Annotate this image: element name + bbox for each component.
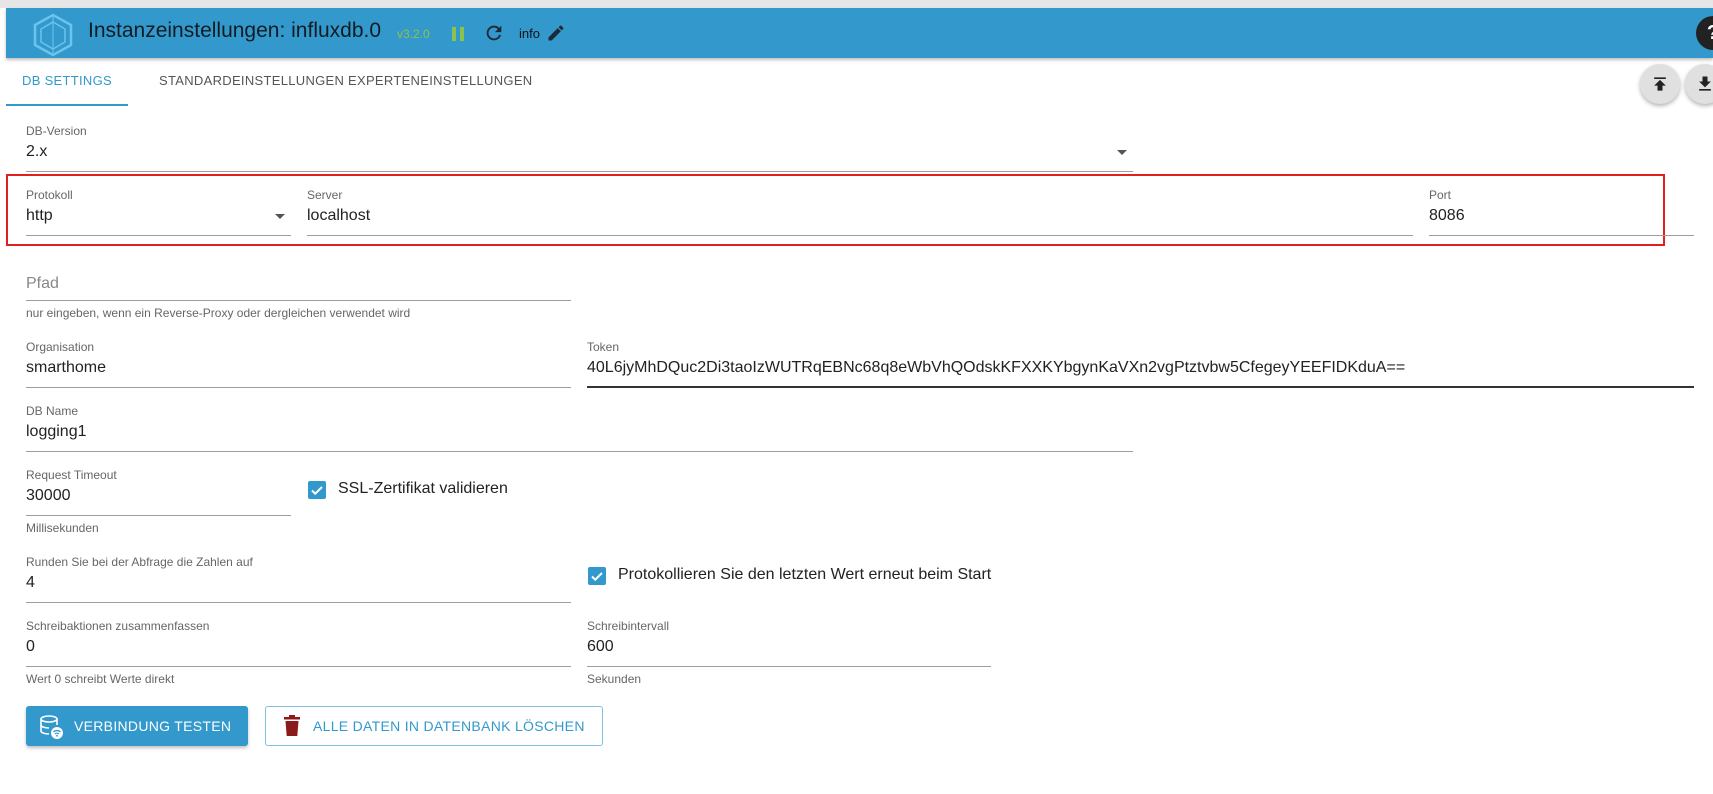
write-interval-helper: Sekunden xyxy=(587,672,642,686)
ssl-validate-checkbox[interactable] xyxy=(308,481,326,499)
field-underline xyxy=(26,666,571,667)
help-icon[interactable]: ? xyxy=(1696,16,1713,50)
request-timeout-input[interactable]: Request Timeout 30000 xyxy=(26,468,291,516)
tab-bar: DB SETTINGS STANDARDEINSTELLUNGEN EXPERT… xyxy=(6,58,1606,106)
delete-all-data-button[interactable]: ALLE DATEN IN DATENBANK LÖSCHEN xyxy=(265,706,603,746)
test-connection-button[interactable]: VERBINDUNG TESTEN xyxy=(26,706,248,746)
field-underline xyxy=(26,451,1133,452)
db-name-value: logging1 xyxy=(26,423,87,440)
app-header: Instanzeinstellungen: influxdb.0 v3.2.0 … xyxy=(6,8,1713,58)
edit-icon[interactable] xyxy=(546,23,566,43)
tab-standardeinstellungen[interactable]: STANDARDEINSTELLUNGEN xyxy=(143,58,360,104)
request-timeout-value: 30000 xyxy=(26,487,71,504)
field-underline xyxy=(1429,235,1694,236)
write-interval-label: Schreibintervall xyxy=(587,619,670,633)
window-top-border xyxy=(0,0,1713,8)
field-underline xyxy=(26,235,291,236)
organisation-label: Organisation xyxy=(26,340,95,354)
write-interval-value: 600 xyxy=(587,638,614,655)
pause-icon[interactable] xyxy=(450,25,466,43)
db-version-select[interactable]: DB-Version 2.x xyxy=(26,124,1133,172)
round-input[interactable]: Runden Sie bei der Abfrage die Zahlen au… xyxy=(26,555,571,603)
organisation-value: smarthome xyxy=(26,359,107,376)
db-name-input[interactable]: DB Name logging1 xyxy=(26,404,1133,452)
port-label: Port xyxy=(1429,188,1452,202)
request-timeout-helper: Millisekunden xyxy=(26,521,99,535)
database-wifi-icon xyxy=(38,715,63,739)
organisation-input[interactable]: Organisation smarthome xyxy=(26,340,571,388)
checkmark-icon xyxy=(311,486,323,496)
db-name-label: DB Name xyxy=(26,404,79,418)
request-timeout-label: Request Timeout xyxy=(26,468,117,482)
tab-experteneinstellungen[interactable]: EXPERTENEINSTELLUNGEN xyxy=(332,58,549,104)
db-version-label: DB-Version xyxy=(26,124,87,138)
tab-db-settings[interactable]: DB SETTINGS xyxy=(6,58,128,106)
ssl-validate-label: SSL-Zertifikat validieren xyxy=(338,480,508,497)
path-helper-text: nur eingeben, wenn ein Reverse-Proxy ode… xyxy=(26,306,411,320)
combine-writes-helper: Wert 0 schreibt Werte direkt xyxy=(26,672,175,686)
download-icon xyxy=(1699,76,1711,91)
logo-icon xyxy=(33,13,73,57)
field-underline xyxy=(26,515,291,516)
protocol-value: http xyxy=(26,207,53,224)
info-link[interactable]: info xyxy=(519,26,540,41)
combine-writes-value: 0 xyxy=(26,638,35,655)
field-underline xyxy=(26,171,1133,172)
checkmark-icon xyxy=(591,572,603,582)
field-underline xyxy=(587,666,991,667)
field-underline-focused xyxy=(587,386,1694,388)
port-input[interactable]: Port 8086 xyxy=(1429,188,1694,236)
path-placeholder: Pfad xyxy=(26,275,59,292)
protocol-label: Protokoll xyxy=(26,188,73,202)
test-connection-label: VERBINDUNG TESTEN xyxy=(74,718,232,734)
combine-writes-input[interactable]: Schreibaktionen zusammenfassen 0 xyxy=(26,619,571,667)
log-last-value-label: Protokollieren Sie den letzten Wert erne… xyxy=(618,566,992,583)
field-underline xyxy=(26,602,571,603)
field-underline xyxy=(26,300,571,301)
protocol-select[interactable]: Protokoll http xyxy=(26,188,291,236)
page-title: Instanzeinstellungen: influxdb.0 xyxy=(88,19,382,42)
upload-button[interactable] xyxy=(1640,64,1680,104)
field-underline xyxy=(26,387,571,388)
write-interval-input[interactable]: Schreibintervall 600 xyxy=(587,619,991,667)
log-last-value-checkbox[interactable] xyxy=(588,567,606,585)
token-label: Token xyxy=(587,340,620,354)
chevron-down-icon xyxy=(1117,150,1127,155)
upload-icon xyxy=(1654,77,1666,91)
round-value: 4 xyxy=(26,574,35,591)
token-input[interactable]: Token 40L6jyMhDQuc2Di3taoIzWUTRqEBNc68q8… xyxy=(587,340,1694,388)
server-label: Server xyxy=(307,188,343,202)
delete-all-data-label: ALLE DATEN IN DATENBANK LÖSCHEN xyxy=(313,718,585,734)
server-value: localhost xyxy=(307,207,371,224)
field-underline xyxy=(307,235,1413,236)
chevron-down-icon xyxy=(275,214,285,219)
refresh-icon[interactable] xyxy=(483,22,505,44)
download-button[interactable] xyxy=(1685,64,1713,104)
path-input[interactable]: Pfad xyxy=(26,263,571,301)
port-value: 8086 xyxy=(1429,207,1465,224)
round-label: Runden Sie bei der Abfrage die Zahlen au… xyxy=(26,555,253,569)
trash-icon xyxy=(284,715,300,736)
db-version-value: 2.x xyxy=(26,143,48,160)
combine-writes-label: Schreibaktionen zusammenfassen xyxy=(26,619,210,633)
token-value: 40L6jyMhDQuc2Di3taoIzWUTRqEBNc68q8eWbVhQ… xyxy=(587,359,1406,376)
server-input[interactable]: Server localhost xyxy=(307,188,1413,236)
version-badge: v3.2.0 xyxy=(397,27,430,41)
